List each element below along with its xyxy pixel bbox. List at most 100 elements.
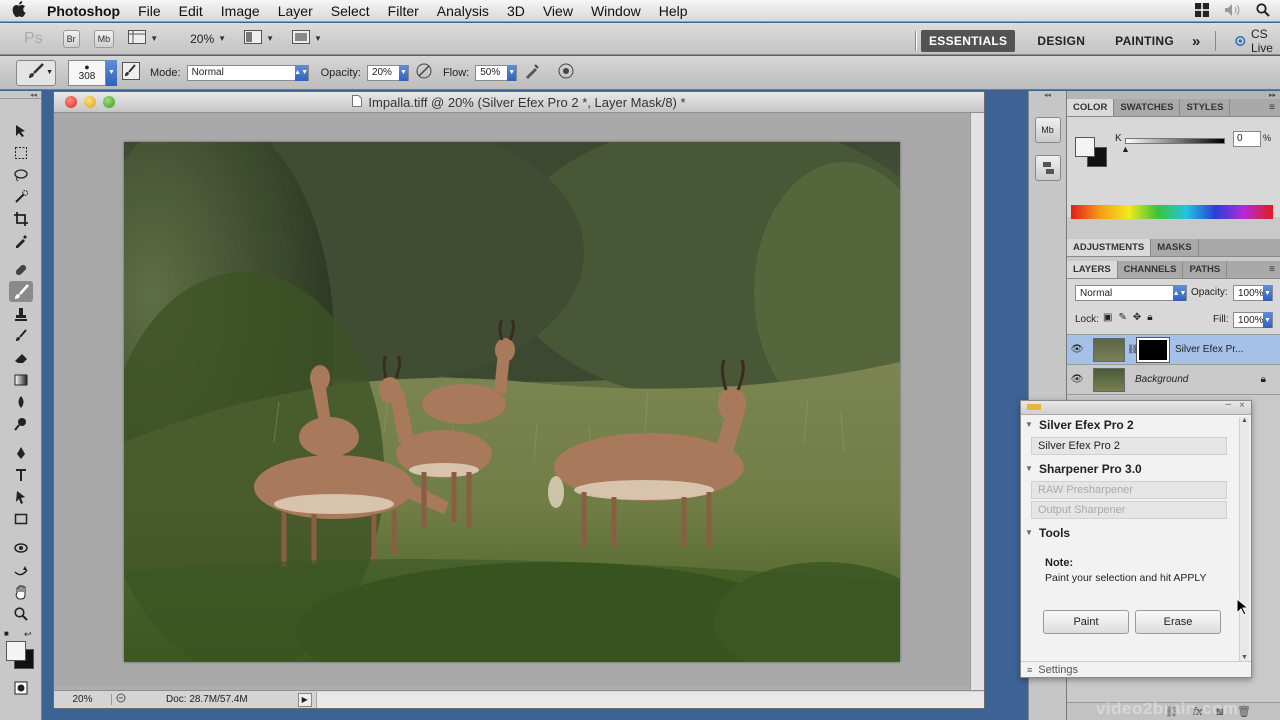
menu-help[interactable]: Help: [650, 0, 697, 22]
k-value-input[interactable]: 0: [1233, 131, 1261, 147]
erase-button[interactable]: Erase: [1135, 610, 1221, 634]
opacity-input[interactable]: 20% ▼: [366, 64, 409, 81]
minimize-panel-icon[interactable]: –: [1225, 399, 1231, 410]
tab-adjustments[interactable]: ADJUSTMENTS: [1067, 239, 1152, 256]
grid-icon[interactable]: [1194, 2, 1210, 21]
section-sharpener[interactable]: Sharpener Pro 3.0: [1021, 459, 1251, 479]
tab-channels[interactable]: CHANNELS: [1118, 261, 1184, 278]
airbrush-icon[interactable]: [523, 62, 541, 83]
silver-efex-button[interactable]: Silver Efex Pro 2: [1031, 437, 1227, 455]
cs-live-button[interactable]: CS Live ▼: [1235, 27, 1280, 55]
vertical-scrollbar[interactable]: [970, 113, 984, 691]
tool-preset-picker[interactable]: ▼: [16, 59, 56, 86]
type-tool-icon[interactable]: [9, 464, 33, 485]
bridge-button[interactable]: Br: [62, 29, 80, 48]
chevron-down-icon[interactable]: ▼: [218, 34, 226, 43]
move-tool-icon[interactable]: [9, 120, 33, 141]
history-panel-icon[interactable]: [1034, 155, 1061, 181]
paint-button[interactable]: Paint: [1043, 610, 1129, 634]
lock-position-icon[interactable]: ✥: [1133, 312, 1141, 323]
menu-image[interactable]: Image: [212, 0, 269, 22]
panel-menu-icon[interactable]: ≡: [1269, 102, 1275, 113]
chevron-down-icon[interactable]: ▼: [266, 34, 274, 43]
tab-layers[interactable]: LAYERS: [1067, 261, 1118, 278]
workspace-essentials[interactable]: ESSENTIALS: [921, 30, 1016, 52]
rectangle-tool-icon[interactable]: [9, 508, 33, 529]
3d-orbit-tool-icon[interactable]: [9, 559, 33, 580]
path-selection-tool-icon[interactable]: [9, 486, 33, 507]
menu-edit[interactable]: Edit: [170, 0, 212, 22]
layer-mask-thumbnail[interactable]: [1136, 336, 1170, 363]
mini-bridge-panel-icon[interactable]: Mb: [1034, 117, 1061, 143]
eraser-tool-icon[interactable]: [9, 347, 33, 368]
swap-colors-icon[interactable]: ↩: [24, 629, 32, 640]
menu-app-photoshop[interactable]: Photoshop: [38, 0, 129, 22]
pressure-size-icon[interactable]: [557, 62, 575, 83]
blur-tool-icon[interactable]: [9, 391, 33, 412]
brush-panel-toggle-icon[interactable]: [122, 62, 140, 83]
chevron-down-icon[interactable]: ▼: [507, 64, 517, 81]
raw-presharpener-button[interactable]: RAW Presharpener: [1031, 481, 1227, 499]
lock-pixels-icon[interactable]: ✎: [1118, 312, 1126, 323]
screen-mode-icon[interactable]: [291, 30, 310, 47]
default-colors-icon[interactable]: ■: [4, 629, 9, 638]
gradient-tool-icon[interactable]: [9, 369, 33, 390]
layer-thumbnail[interactable]: [1093, 367, 1125, 392]
healing-brush-tool-icon[interactable]: [9, 259, 33, 280]
zoom-level[interactable]: 20%: [190, 32, 214, 46]
workspace-painting[interactable]: PAINTING: [1107, 30, 1182, 52]
apple-icon[interactable]: [0, 0, 38, 21]
panel-titlebar[interactable]: – ×: [1021, 399, 1251, 415]
status-info-icon[interactable]: [112, 693, 130, 706]
chevron-down-icon[interactable]: ▼: [150, 34, 158, 43]
zoom-window-button[interactable]: [103, 96, 115, 108]
tab-swatches[interactable]: SWATCHES: [1114, 99, 1181, 116]
brush-tool-icon[interactable]: [8, 281, 33, 302]
lock-transparent-icon[interactable]: ▣: [1103, 312, 1112, 323]
layer-thumbnail[interactable]: [1093, 337, 1125, 362]
3d-rotate-tool-icon[interactable]: [9, 537, 33, 558]
pen-tool-icon[interactable]: [9, 442, 33, 463]
eyedropper-tool-icon[interactable]: [9, 230, 33, 251]
marquee-tool-icon[interactable]: [9, 142, 33, 163]
arrange-documents-icon[interactable]: [244, 30, 263, 47]
spotlight-search-icon[interactable]: [1256, 2, 1270, 20]
more-workspaces-button[interactable]: »: [1184, 29, 1209, 54]
horizontal-scrollbar[interactable]: [315, 691, 984, 708]
lasso-tool-icon[interactable]: [9, 164, 33, 185]
section-tools[interactable]: Tools: [1021, 523, 1251, 543]
flow-input[interactable]: 50% ▼: [475, 64, 518, 81]
menu-analysis[interactable]: Analysis: [428, 0, 498, 22]
menu-window[interactable]: Window: [582, 0, 650, 22]
visibility-eye-icon[interactable]: 👁︎: [1067, 344, 1087, 355]
fill-input[interactable]: 100% ▼: [1233, 312, 1273, 328]
menu-3d[interactable]: 3D: [498, 0, 534, 22]
color-ramp[interactable]: [1071, 205, 1273, 219]
zoom-tool-icon[interactable]: [9, 603, 33, 624]
menu-filter[interactable]: Filter: [379, 0, 428, 22]
clone-stamp-tool-icon[interactable]: [9, 303, 33, 324]
menu-select[interactable]: Select: [322, 0, 379, 22]
menu-file[interactable]: File: [129, 0, 170, 22]
impala-photo[interactable]: [124, 142, 900, 662]
document-titlebar[interactable]: Impalla.tiff @ 20% (Silver Efex Pro 2 *,…: [54, 92, 984, 113]
chevron-down-icon[interactable]: ▼: [1263, 312, 1272, 328]
chevron-down-icon[interactable]: ▼: [398, 64, 408, 81]
settings-row[interactable]: ≡ Settings: [1021, 661, 1251, 677]
visibility-eye-icon[interactable]: 👁︎: [1067, 374, 1087, 385]
mask-link-icon[interactable]: ⛓︎: [1127, 344, 1138, 355]
scroll-down-icon[interactable]: ▼: [1240, 654, 1249, 661]
blend-mode-select[interactable]: Normal ▲▼: [1075, 285, 1187, 301]
layer-name[interactable]: Silver Efex Pr...: [1175, 344, 1243, 355]
layer-name[interactable]: Background: [1135, 374, 1188, 385]
k-slider[interactable]: [1125, 138, 1225, 144]
quick-mask-icon[interactable]: [9, 677, 33, 698]
foreground-color-swatch[interactable]: [6, 641, 26, 661]
canvas-area[interactable]: [54, 113, 970, 686]
brush-preset-picker[interactable]: ● 308 ▼: [68, 59, 117, 86]
trash-icon[interactable]: 🗑︎: [1237, 705, 1251, 718]
chevron-down-icon[interactable]: ▼: [106, 59, 117, 86]
panel-menu-icon[interactable]: ≡: [1269, 264, 1275, 275]
pressure-opacity-icon[interactable]: [415, 62, 433, 83]
dock-collapse-icon[interactable]: ▸▸: [1067, 91, 1280, 99]
